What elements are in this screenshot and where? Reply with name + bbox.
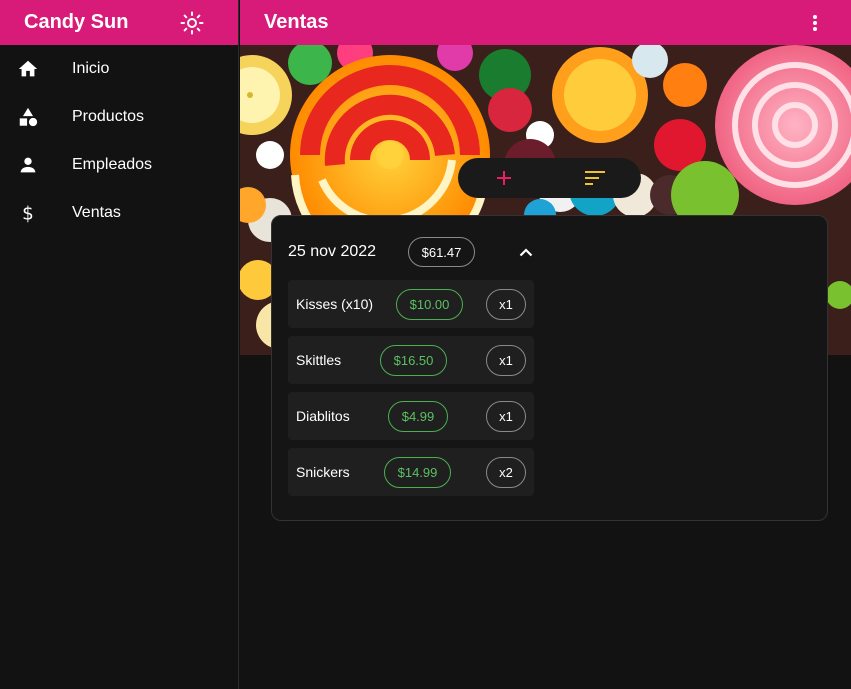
sidebar-nav: Inicio Productos Empleados $ Ventas [0,45,238,237]
list-item: Skittles $16.50 x1 [288,336,534,384]
sidebar-item-productos[interactable]: Productos [0,93,238,141]
sidebar-item-empleados[interactable]: Empleados [0,141,238,189]
sidebar-header: Candy Sun [0,0,238,45]
item-price-chip: $10.00 [396,289,463,320]
list-item: Diablitos $4.99 x1 [288,392,534,440]
item-qty-chip: x1 [486,345,526,376]
item-qty-chip: x1 [486,401,526,432]
sun-icon[interactable] [180,11,204,35]
app-bar: Ventas [240,0,851,45]
item-name: Kisses (x10) [296,296,374,312]
page-title: Ventas [264,11,329,33]
person-icon [16,153,40,177]
sidebar-item-label: Inicio [72,60,110,77]
sidebar: Candy Sun Inicio Productos Empleados $ V… [0,0,239,689]
dollar-icon: $ [16,201,40,225]
sidebar-item-label: Empleados [72,156,153,173]
list-item: Kisses (x10) $10.00 x1 [288,280,534,328]
sidebar-item-label: Productos [72,108,145,125]
sidebar-item-inicio[interactable]: Inicio [0,45,238,93]
list-item: Snickers $14.99 x2 [288,448,534,496]
floating-toolbar [458,158,641,198]
app-brand: Candy Sun [24,11,129,33]
plus-icon[interactable] [484,158,524,198]
item-name: Snickers [296,464,350,480]
item-qty-chip: x1 [486,289,526,320]
sale-total-chip: $61.47 [408,237,475,267]
item-price-chip: $4.99 [388,401,448,432]
chevron-up-icon[interactable] [516,242,536,262]
item-price-chip: $16.50 [380,345,447,376]
sale-card: 25 nov 2022 $61.47 Kisses (x10) $10.00 x… [271,215,828,521]
sale-items-list: Kisses (x10) $10.00 x1 Skittles $16.50 x… [288,280,534,504]
item-price-chip: $14.99 [384,457,451,488]
svg-text:$: $ [22,203,34,224]
sort-icon[interactable] [575,158,615,198]
category-icon [16,105,40,129]
item-qty-chip: x2 [486,457,526,488]
more-vert-icon[interactable] [803,11,827,35]
sidebar-item-label: Ventas [72,204,121,221]
sidebar-item-ventas[interactable]: $ Ventas [0,189,238,237]
sale-date: 25 nov 2022 [288,243,377,260]
sale-header: 25 nov 2022 $61.47 [288,236,475,268]
home-icon [16,57,40,81]
item-name: Skittles [296,352,342,368]
item-name: Diablitos [296,408,350,424]
